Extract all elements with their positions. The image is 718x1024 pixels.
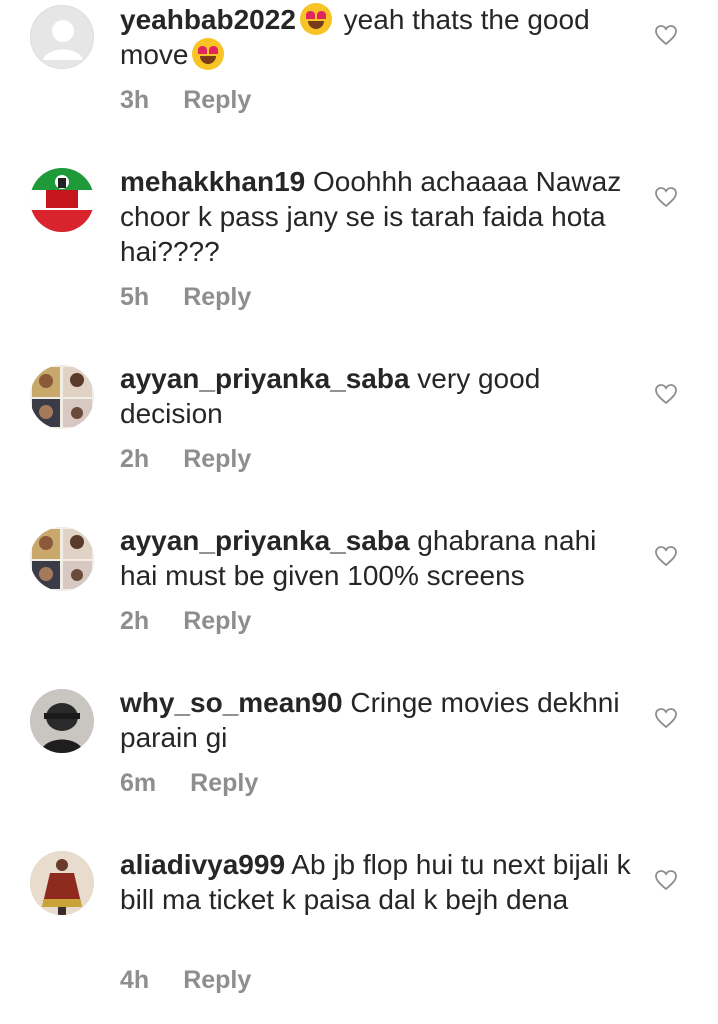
comment-body: yeah thats the good xyxy=(335,4,590,35)
default-avatar-icon xyxy=(31,6,93,68)
like-heart-icon[interactable] xyxy=(654,185,678,209)
comment-timestamp: 4h xyxy=(120,966,150,994)
comment-text: ayyan_priyanka_saba very good decision xyxy=(120,361,640,431)
photo-collage-avatar-icon xyxy=(30,365,94,429)
comment-username[interactable]: ayyan_priyanka_saba xyxy=(120,363,410,394)
avatar[interactable] xyxy=(30,168,94,232)
comment-timestamp: 3h xyxy=(120,86,150,114)
reply-button[interactable]: Reply xyxy=(183,445,251,473)
comment-username[interactable]: aliadivya999 xyxy=(120,849,285,880)
avatar[interactable] xyxy=(30,689,94,753)
comment-item: ayyan_priyanka_saba ghabrana nahi hai mu… xyxy=(0,523,718,663)
comment-body-line2: move xyxy=(120,39,189,70)
comment-timestamp: 2h xyxy=(120,445,150,473)
avatar[interactable] xyxy=(30,851,94,915)
like-heart-icon[interactable] xyxy=(654,868,678,892)
comment-item: ayyan_priyanka_saba very good decision 2… xyxy=(0,361,718,501)
reply-button[interactable]: Reply xyxy=(183,966,251,994)
avatar[interactable] xyxy=(30,365,94,429)
comment-item: mehakkhan19 Ooohhh achaaaa Nawaz choor k… xyxy=(0,164,718,344)
dress-photo-avatar-icon xyxy=(30,851,94,915)
reply-button[interactable]: Reply xyxy=(190,769,258,797)
photo-collage-avatar-icon xyxy=(30,527,94,591)
comment-username[interactable]: yeahbab2022 xyxy=(120,4,296,35)
party-flag-avatar-icon xyxy=(30,168,94,232)
comment-text: aliadivya999 Ab jb flop hui tu next bija… xyxy=(120,847,640,917)
like-heart-icon[interactable] xyxy=(654,23,678,47)
avatar[interactable] xyxy=(30,5,94,69)
heart-eyes-emoji-icon xyxy=(192,38,225,70)
comment-timestamp: 6m xyxy=(120,769,157,797)
reply-button[interactable]: Reply xyxy=(183,283,251,311)
comment-username[interactable]: mehakkhan19 xyxy=(120,166,305,197)
comment-timestamp: 5h xyxy=(120,283,150,311)
like-heart-icon[interactable] xyxy=(654,706,678,730)
comment-text: mehakkhan19 Ooohhh achaaaa Nawaz choor k… xyxy=(120,164,640,269)
heart-eyes-emoji-icon xyxy=(299,3,332,35)
comment-username[interactable]: why_so_mean90 xyxy=(120,687,343,718)
comment-username[interactable]: ayyan_priyanka_saba xyxy=(120,525,410,556)
comment-item: aliadivya999 Ab jb flop hui tu next bija… xyxy=(0,847,718,1024)
reply-button[interactable]: Reply xyxy=(183,86,251,114)
comment-item: why_so_mean90 Cringe movies dekhni parai… xyxy=(0,685,718,825)
dark-portrait-avatar-icon xyxy=(30,689,94,753)
comment-timestamp: 2h xyxy=(120,607,150,635)
reply-button[interactable]: Reply xyxy=(183,607,251,635)
like-heart-icon[interactable] xyxy=(654,382,678,406)
like-heart-icon[interactable] xyxy=(654,544,678,568)
comment-text: ayyan_priyanka_saba ghabrana nahi hai mu… xyxy=(120,523,640,593)
comment-item: yeahbab2022 yeah thats the good move 3h R… xyxy=(0,0,718,140)
comment-text: yeahbab2022 yeah thats the good move xyxy=(120,2,640,72)
comment-text: why_so_mean90 Cringe movies dekhni parai… xyxy=(120,685,640,755)
avatar[interactable] xyxy=(30,527,94,591)
